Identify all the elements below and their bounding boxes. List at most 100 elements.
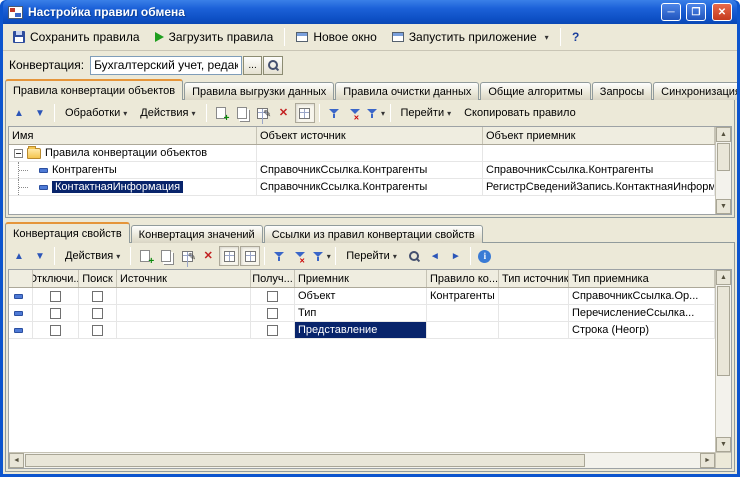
scroll-track[interactable] <box>716 172 731 199</box>
add-group-button[interactable] <box>232 103 252 123</box>
get-checkbox[interactable] <box>267 291 278 302</box>
help-button[interactable]: ? <box>565 26 587 48</box>
get-checkbox[interactable] <box>267 325 278 336</box>
edit-button[interactable] <box>253 103 273 123</box>
get-checkbox[interactable] <box>267 308 278 319</box>
tab-property-rule-links[interactable]: Ссылки из правил конвертации свойств <box>264 225 483 243</box>
disable-checkbox[interactable] <box>50 325 61 336</box>
tab-property-conversion[interactable]: Конвертация свойств <box>5 222 130 243</box>
column-header-receiver[interactable]: Приемник <box>295 270 427 287</box>
column-header-source[interactable]: Источник <box>117 270 251 287</box>
delete-button[interactable]: ✕ <box>274 103 294 123</box>
set-filter-button[interactable] <box>269 246 289 266</box>
cell-marker[interactable] <box>9 305 33 322</box>
search-checkbox[interactable] <box>92 325 103 336</box>
browse-button[interactable]: ... <box>243 56 262 75</box>
cell-source[interactable]: СправочникСсылка.Контрагенты <box>257 179 483 196</box>
edit-button[interactable] <box>177 246 197 266</box>
table-row[interactable]: Контрагенты СправочникСсылка.Контрагенты… <box>9 162 715 179</box>
scroll-thumb[interactable] <box>717 286 730 376</box>
copy-rule-button[interactable]: Скопировать правило <box>458 103 582 123</box>
cell-marker[interactable] <box>9 288 33 305</box>
scroll-up-button[interactable]: ▲ <box>716 127 731 142</box>
title-bar[interactable]: Настройка правил обмена ─ ❐ ✕ <box>3 0 737 24</box>
table-row[interactable]: Тип ПеречислениеСсылка... <box>9 305 715 322</box>
set-filter-button[interactable] <box>324 103 344 123</box>
add-button[interactable] <box>135 246 155 266</box>
cell-source[interactable] <box>117 288 251 305</box>
delete-button[interactable]: ✕ <box>198 246 218 266</box>
tab-synchronization[interactable]: Синхронизация <box>653 82 737 100</box>
move-up-button[interactable]: ▲ <box>9 246 29 266</box>
column-header-name[interactable]: Имя <box>9 127 257 144</box>
column-header-search[interactable]: Поиск <box>79 270 117 287</box>
cell-target[interactable]: СправочникСсылка.Контрагенты <box>483 162 715 179</box>
move-up-button[interactable]: ▲ <box>9 103 29 123</box>
cell-disable[interactable] <box>33 305 79 322</box>
obrabotki-menu-button[interactable]: Обработки <box>59 103 133 123</box>
view-toggle-button[interactable] <box>219 246 239 266</box>
cell-source[interactable] <box>117 305 251 322</box>
cell-get[interactable] <box>251 288 295 305</box>
clear-filter-button[interactable] <box>345 103 365 123</box>
maximize-button[interactable]: ❐ <box>686 3 706 21</box>
cell-name[interactable]: Контрагенты <box>9 162 257 179</box>
cell-name[interactable]: КонтактнаяИнформация <box>9 179 257 196</box>
cell-search[interactable] <box>79 305 117 322</box>
cell-receiver-type[interactable]: СправочникСсылка.Ор... <box>569 288 715 305</box>
conversion-input[interactable] <box>90 56 242 75</box>
move-down-button[interactable]: ▼ <box>30 246 50 266</box>
cell-source-type[interactable] <box>499 322 569 339</box>
search-button[interactable] <box>404 246 424 266</box>
cell-disable[interactable] <box>33 288 79 305</box>
cell-target[interactable] <box>483 145 715 162</box>
clear-filter-button[interactable] <box>290 246 310 266</box>
run-application-button[interactable]: Запустить приложение <box>385 26 556 48</box>
move-down-button[interactable]: ▼ <box>30 103 50 123</box>
info-button[interactable]: i <box>475 246 495 266</box>
minimize-button[interactable]: ─ <box>661 3 681 21</box>
disable-checkbox[interactable] <box>50 308 61 319</box>
cell-receiver-type[interactable]: ПеречислениеСсылка... <box>569 305 715 322</box>
cell-receiver-type[interactable]: Строка (Неогр) <box>569 322 715 339</box>
save-rules-button[interactable]: Сохранить правила <box>6 26 147 48</box>
vertical-scrollbar[interactable]: ▲ ▼ <box>716 270 731 452</box>
scroll-left-button[interactable]: ◄ <box>9 453 24 468</box>
column-header-disable[interactable]: Отключи... <box>33 270 79 287</box>
scroll-up-button[interactable]: ▲ <box>716 270 731 285</box>
search-button[interactable] <box>263 56 283 75</box>
scroll-down-button[interactable]: ▼ <box>716 199 731 214</box>
column-header-conversion-rule[interactable]: Правило ко... <box>427 270 499 287</box>
cell-disable[interactable] <box>33 322 79 339</box>
add-button[interactable] <box>211 103 231 123</box>
actions-menu-button[interactable]: Действия <box>59 246 126 266</box>
scroll-thumb[interactable] <box>25 454 585 467</box>
new-window-button[interactable]: Новое окно <box>289 26 384 48</box>
tab-common-algorithms[interactable]: Общие алгоритмы <box>480 82 590 100</box>
disable-checkbox[interactable] <box>50 291 61 302</box>
column-header-marker[interactable] <box>9 270 33 287</box>
cell-conversion-rule[interactable]: Контрагенты <box>427 288 499 305</box>
cell-marker[interactable] <box>9 322 33 339</box>
cell-search[interactable] <box>79 322 117 339</box>
cell-conversion-rule[interactable] <box>427 305 499 322</box>
navigate-back-button[interactable]: ◄ <box>425 246 445 266</box>
tab-data-clearing-rules[interactable]: Правила очистки данных <box>335 82 479 100</box>
hierarchy-toggle-button[interactable] <box>295 103 315 123</box>
horizontal-scrollbar[interactable]: ◄ ► <box>9 452 715 468</box>
search-checkbox[interactable] <box>92 308 103 319</box>
column-header-target-object[interactable]: Объект приемник <box>483 127 715 144</box>
column-header-source-type[interactable]: Тип источника <box>499 270 569 287</box>
cell-get[interactable] <box>251 305 295 322</box>
table-row[interactable]: Правила конвертации объектов <box>9 145 715 162</box>
cell-receiver-selected[interactable]: Представление <box>295 322 427 339</box>
cell-source[interactable] <box>257 145 483 162</box>
table-row-selected[interactable]: КонтактнаяИнформация СправочникСсылка.Ко… <box>9 179 715 196</box>
group-toggle-button[interactable] <box>240 246 260 266</box>
search-checkbox[interactable] <box>92 291 103 302</box>
cell-target[interactable]: РегистрСведенийЗапись.КонтактнаяИнформац… <box>483 179 715 196</box>
tree-expander-icon[interactable] <box>14 149 23 158</box>
close-button[interactable]: ✕ <box>712 3 732 21</box>
scroll-track[interactable] <box>716 377 731 437</box>
cell-receiver[interactable]: Объект <box>295 288 427 305</box>
